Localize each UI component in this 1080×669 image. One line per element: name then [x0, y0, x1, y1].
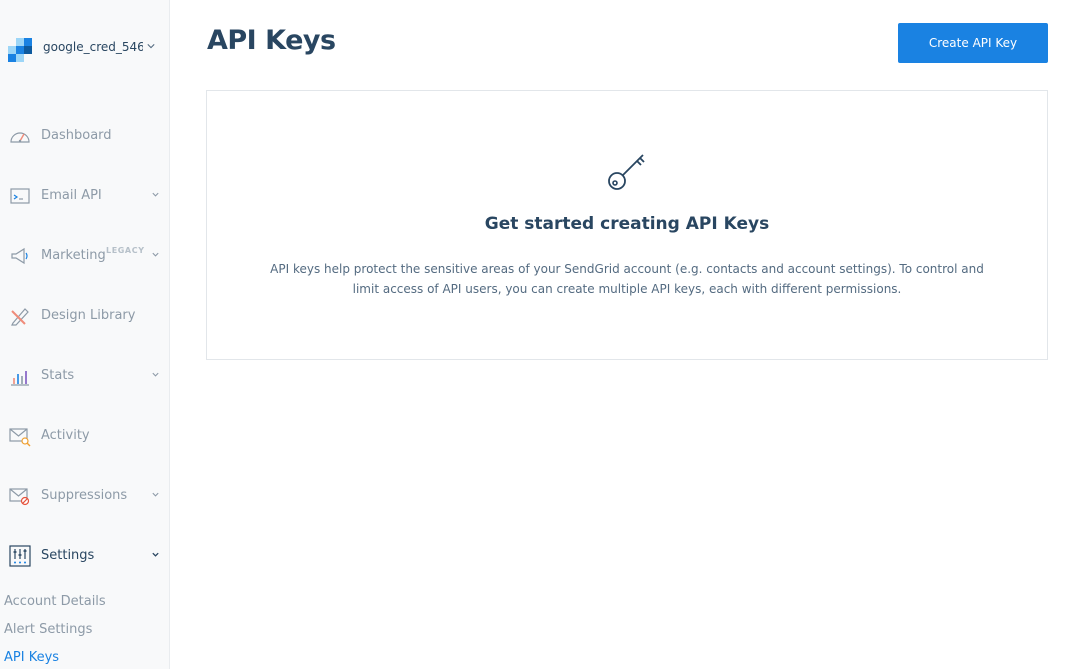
main-content: API Keys Create API Key Get started crea… [170, 0, 1080, 669]
dashboard-gauge-icon [10, 132, 30, 143]
account-name: google_cred_546 [43, 40, 143, 54]
nav-label: Stats [41, 368, 75, 383]
nav-label: Activity [41, 428, 90, 443]
megaphone-icon [11, 247, 28, 265]
nav-item-email-api[interactable]: Email API [0, 177, 169, 217]
sidebar-item-account-details[interactable]: Account Details [4, 594, 106, 609]
page-title: API Keys [207, 25, 336, 56]
account-switcher[interactable]: google_cred_546 [8, 38, 163, 62]
nav-item-design-library[interactable]: Design Library [0, 297, 169, 337]
sliders-icon [9, 545, 31, 567]
nav-label: Suppressions [41, 488, 128, 503]
sidebar: google_cred_546 Dashboard Email API Mark… [0, 0, 170, 669]
chevron-down-icon [152, 252, 159, 257]
nav-item-stats[interactable]: Stats [0, 357, 169, 397]
empty-state-card: Get started creating API Keys API keys h… [206, 90, 1048, 360]
terminal-window-icon [10, 188, 30, 204]
sidebar-item-alert-settings[interactable]: Alert Settings [4, 622, 92, 637]
empty-state-heading: Get started creating API Keys [484, 214, 770, 234]
key-icon [608, 154, 645, 190]
pencil-ruler-icon [11, 308, 29, 326]
chevron-down-icon [147, 44, 155, 49]
legacy-badge: LEGACY [106, 246, 145, 255]
nav-item-suppressions[interactable]: Suppressions [0, 477, 169, 517]
nav-item-settings[interactable]: Settings [0, 537, 169, 577]
nav-label: Email API [41, 188, 102, 203]
chevron-down-icon [152, 372, 159, 377]
bar-chart-icon [11, 371, 29, 386]
nav-label: Marketing [41, 248, 106, 263]
chevron-down-icon [152, 552, 159, 557]
nav-item-marketing[interactable]: Marketing LEGACY [0, 237, 169, 277]
envelope-search-icon [9, 428, 31, 447]
nav-label: Design Library [41, 308, 136, 323]
envelope-block-icon [9, 488, 30, 506]
nav-label: Settings [41, 548, 95, 563]
chevron-down-icon [152, 492, 159, 497]
nav-item-activity[interactable]: Activity [0, 417, 169, 457]
nav-label: Dashboard [41, 128, 112, 143]
nav-item-dashboard[interactable]: Dashboard [0, 117, 169, 157]
sendgrid-logo-icon [8, 38, 32, 62]
empty-state-description: API keys help protect the sensitive area… [270, 262, 984, 296]
chevron-down-icon [152, 192, 159, 197]
create-api-key-button[interactable]: Create API Key [898, 23, 1048, 63]
sidebar-item-api-keys[interactable]: API Keys [4, 650, 59, 665]
